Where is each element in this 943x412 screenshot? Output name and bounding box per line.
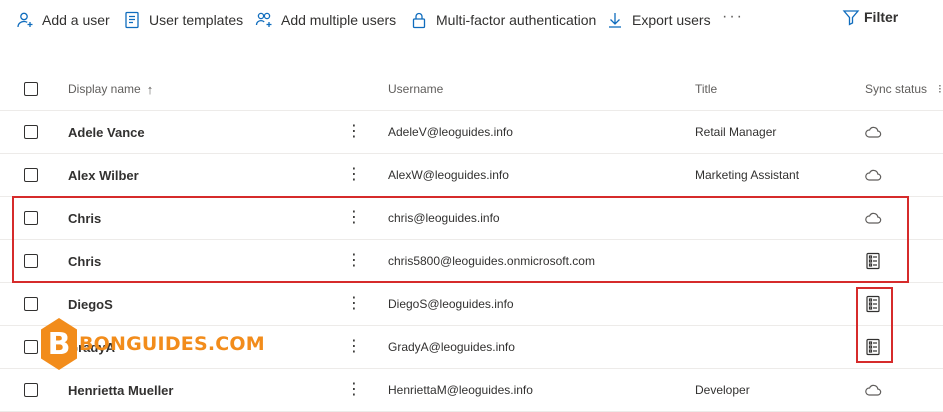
add-multiple-users-icon <box>255 12 272 27</box>
row-more-actions-button[interactable]: ⋮ <box>346 326 362 368</box>
title-header-label: Title <box>695 82 718 96</box>
select-all-checkbox[interactable] <box>24 82 38 96</box>
sync-status-cell <box>864 154 882 196</box>
username-header[interactable]: Username <box>388 68 443 110</box>
row-more-actions-button[interactable]: ⋮ <box>346 154 362 196</box>
table-row[interactable]: Alex Wilber ⋮ AlexW@leoguides.info Marketin… <box>0 154 943 197</box>
template-icon <box>125 11 139 29</box>
username-cell: AlexW@leoguides.info <box>388 168 509 182</box>
add-user-icon <box>17 12 33 28</box>
cloud-icon <box>864 381 882 399</box>
user-templates-button[interactable]: User templates <box>123 8 243 32</box>
row-checkbox[interactable] <box>24 340 38 354</box>
more-vertical-icon: ⋮ <box>346 295 362 312</box>
mfa-button[interactable]: Multi-factor authentication <box>410 8 596 32</box>
more-vertical-icon: ⋮ <box>346 338 362 355</box>
more-vertical-icon: ⋮ <box>346 381 362 398</box>
watermark-text: BONGUIDES.COM <box>79 333 265 355</box>
row-more-actions-button[interactable]: ⋮ <box>346 369 362 411</box>
watermark-logo: B BONGUIDES.COM <box>41 318 265 370</box>
row-checkbox[interactable] <box>24 168 38 182</box>
highlight-synced-status-icons <box>856 287 893 363</box>
add-multiple-users-button[interactable]: Add multiple users <box>255 8 396 32</box>
lock-icon <box>412 12 426 29</box>
title-cell: Retail Manager <box>695 125 777 139</box>
export-users-label: Export users <box>632 12 711 28</box>
row-more-actions-button[interactable]: ⋮ <box>346 283 362 325</box>
display-name-cell[interactable]: Alex Wilber <box>68 154 139 196</box>
download-icon <box>609 13 621 28</box>
username-cell: DiegoS@leoguides.info <box>388 297 514 311</box>
filter-label: Filter <box>864 9 899 25</box>
row-checkbox[interactable] <box>24 297 38 311</box>
username-header-label: Username <box>388 82 444 96</box>
more-vertical-icon: ⋮ <box>346 123 362 140</box>
sync-status-header-label: Sync status <box>865 82 928 96</box>
title-header[interactable]: Title <box>695 68 717 110</box>
row-select-cell <box>24 326 38 368</box>
next-column-header-edge: ⁝ <box>938 82 942 96</box>
cloud-icon <box>864 123 882 141</box>
filter-icon <box>842 10 860 26</box>
table-header: Display name ↑ Username Title Sync statu… <box>0 68 943 111</box>
sort-ascending-icon: ↑ <box>146 81 154 97</box>
add-multiple-users-label: Add multiple users <box>281 12 397 28</box>
username-cell: HenriettaM@leoguides.info <box>388 383 533 397</box>
username-cell: GradyA@leoguides.info <box>388 340 515 354</box>
title-cell: Marketing Assistant <box>695 168 800 182</box>
row-more-actions-button[interactable]: ⋮ <box>346 111 362 153</box>
row-select-cell <box>24 111 38 153</box>
watermark-hexagon-icon: B <box>41 318 77 370</box>
display-name-header-label: Display name <box>68 82 141 96</box>
add-user-button[interactable]: Add a user <box>16 8 110 32</box>
highlight-duplicate-chris-rows <box>12 196 909 283</box>
mfa-label: Multi-factor authentication <box>436 12 597 28</box>
command-bar: Add a user User templates Add multiple u… <box>0 0 943 40</box>
display-name-cell[interactable]: Henrietta Mueller <box>68 369 173 411</box>
display-name-cell[interactable]: Adele Vance <box>68 111 145 153</box>
row-select-cell <box>24 283 38 325</box>
sync-status-header[interactable]: Sync status <box>865 68 927 110</box>
add-user-label: Add a user <box>42 12 110 28</box>
filter-button[interactable]: Filter <box>842 8 898 26</box>
cloud-icon <box>864 166 882 184</box>
row-checkbox[interactable] <box>24 125 38 139</box>
table-row[interactable]: Adele Vance ⋮ AdeleV@leoguides.info Retail … <box>0 111 943 154</box>
row-checkbox[interactable] <box>24 383 38 397</box>
table-row[interactable]: Henrietta Mueller ⋮ HenriettaM@leoguides.i… <box>0 369 943 412</box>
row-select-cell <box>24 369 38 411</box>
user-templates-label: User templates <box>149 12 244 28</box>
more-vertical-icon: ⋮ <box>346 166 362 183</box>
row-select-cell <box>24 154 38 196</box>
more-actions-button[interactable]: ··· <box>722 8 744 26</box>
title-cell: Developer <box>695 383 750 397</box>
select-all-cell <box>24 68 38 110</box>
sync-status-cell <box>864 369 882 411</box>
export-users-button[interactable]: Export users <box>606 8 711 32</box>
sync-status-cell <box>864 111 882 153</box>
username-cell: AdeleV@leoguides.info <box>388 125 513 139</box>
display-name-header[interactable]: Display name ↑ <box>68 68 153 110</box>
